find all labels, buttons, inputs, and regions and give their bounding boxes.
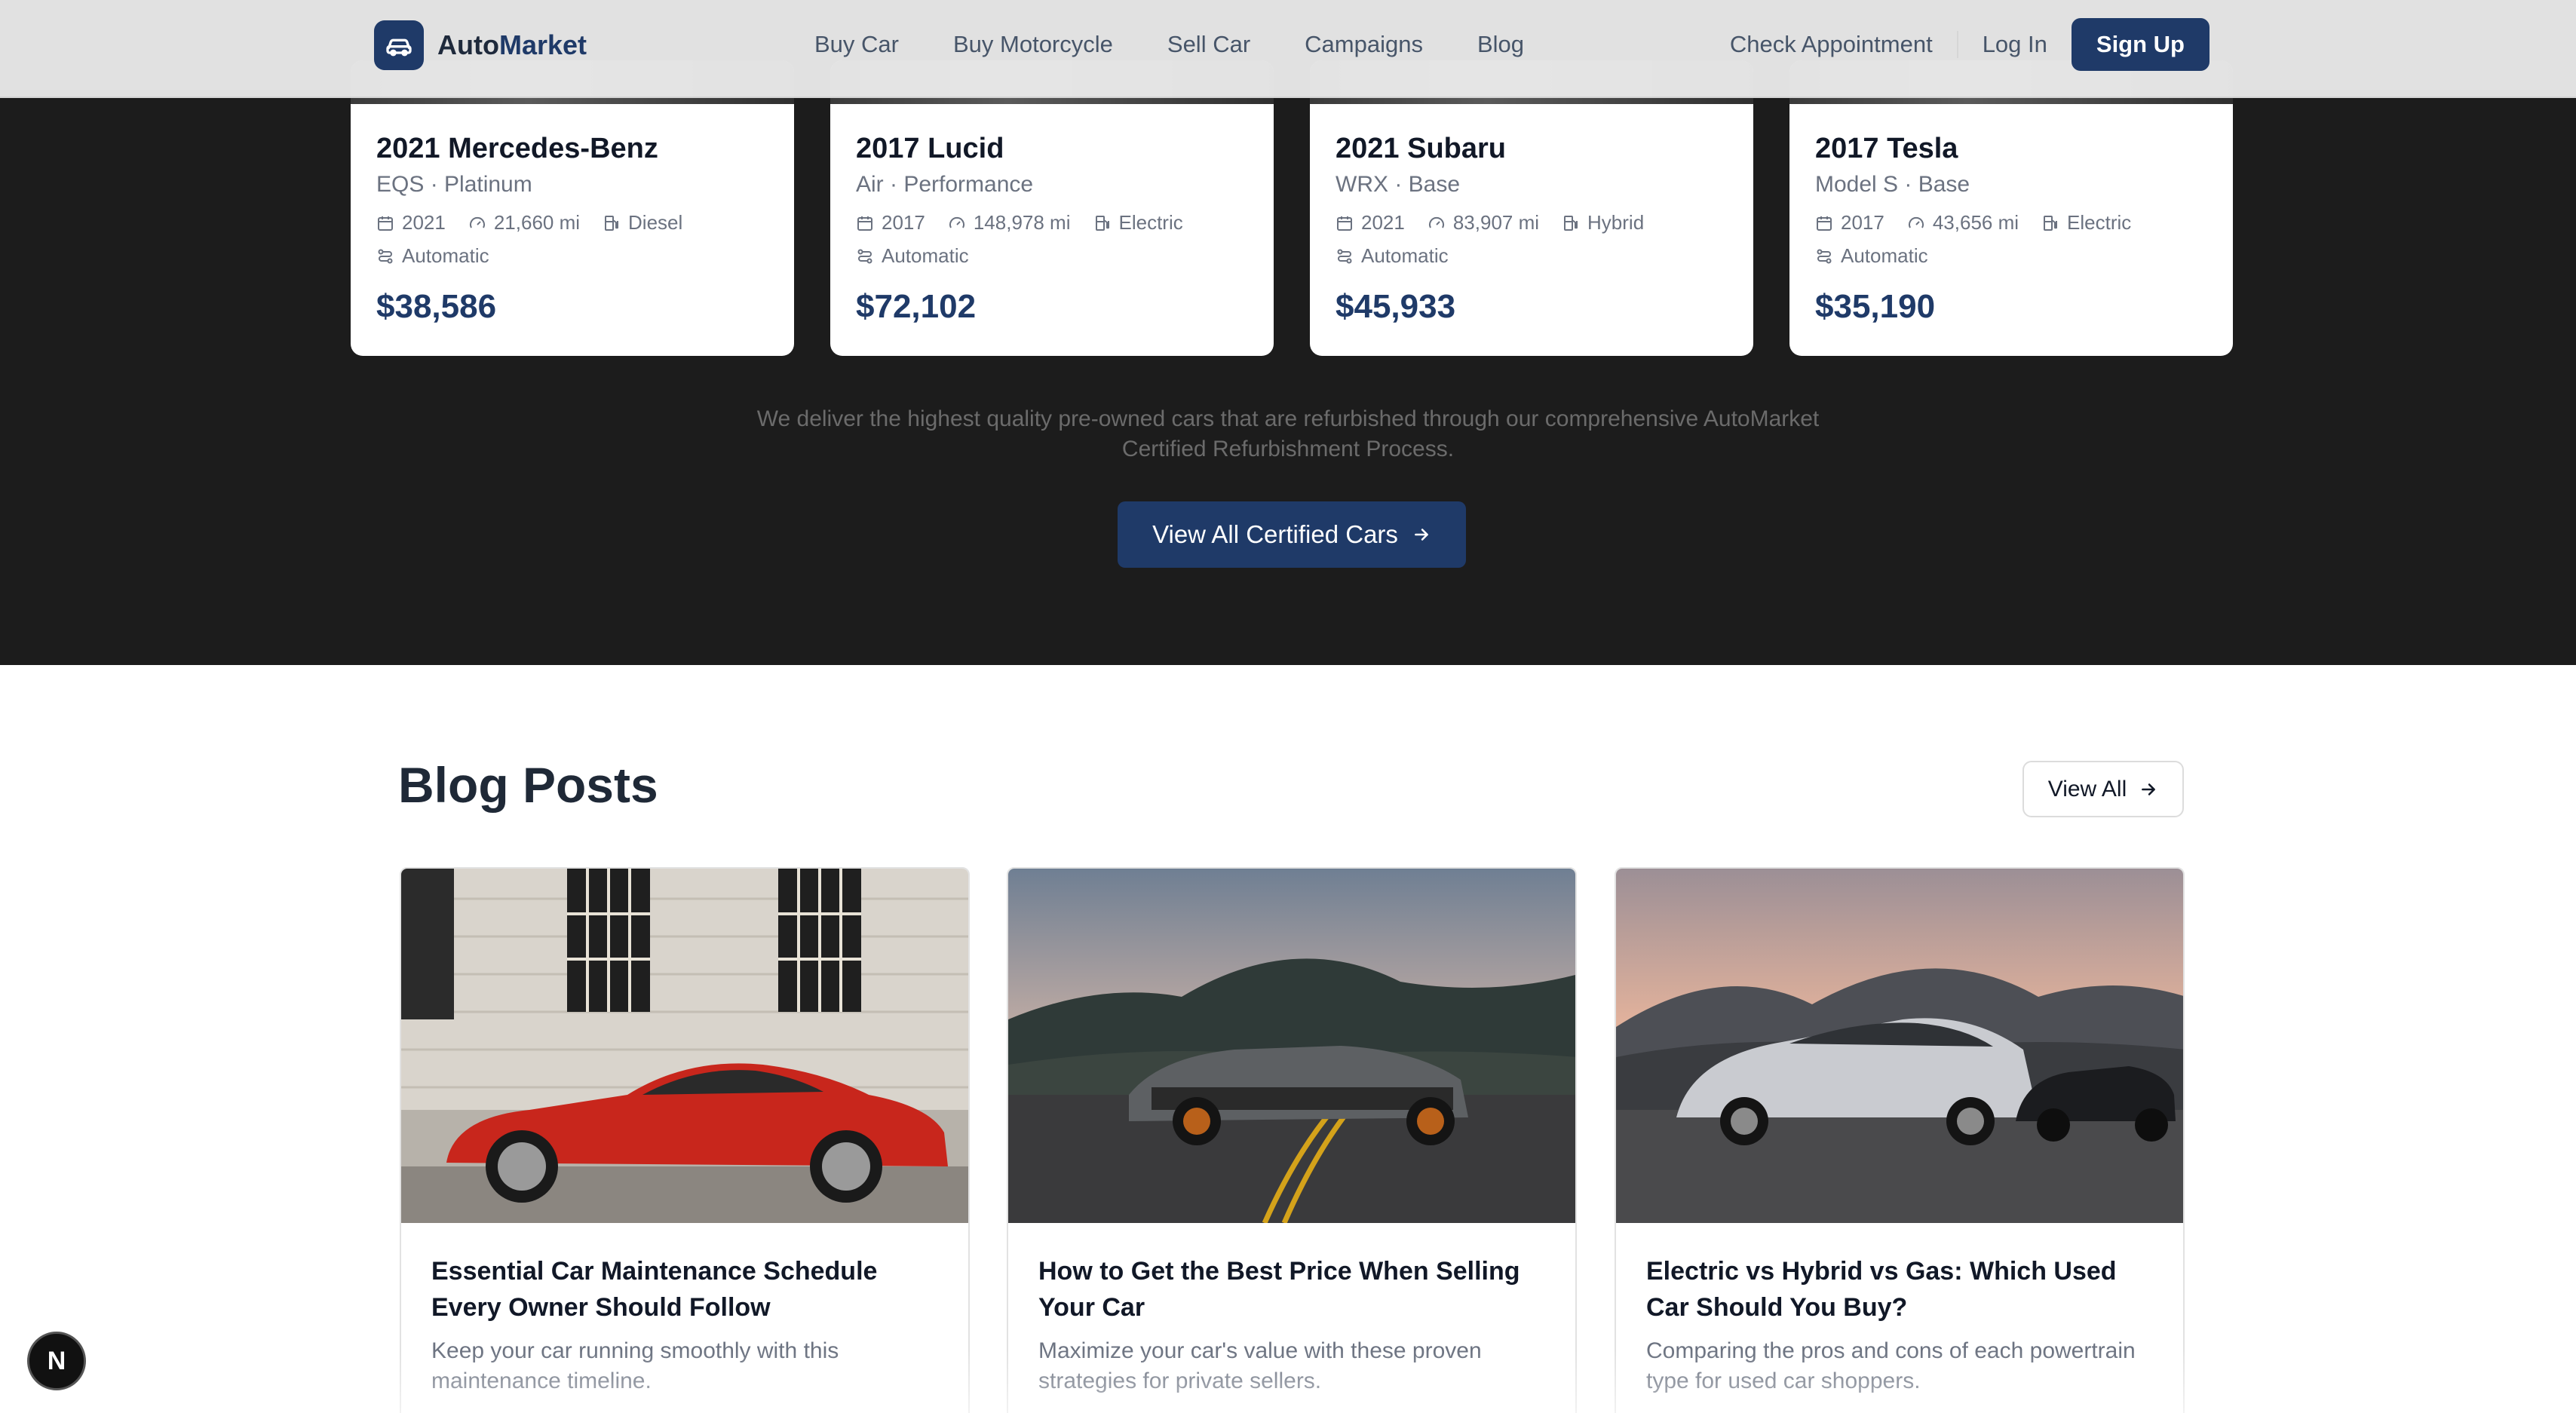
car-title: 2021 Subaru — [1336, 133, 1506, 164]
arrow-right-icon — [1415, 529, 1428, 541]
car-transmission: Automatic — [1361, 244, 1449, 267]
blog-view-all-button[interactable]: View All — [2022, 761, 2184, 817]
car-title: 2017 Tesla — [1815, 133, 1958, 164]
car-year: 2017 — [882, 211, 925, 234]
gauge-icon — [1428, 216, 1444, 228]
blog-post-title: Electric vs Hybrid vs Gas: Which Used Ca… — [1646, 1257, 2117, 1322]
fuel-icon — [1095, 215, 1109, 231]
gauge-icon — [469, 216, 485, 228]
car-year: 2017 — [1841, 211, 1884, 234]
fuel-icon — [1564, 215, 1578, 231]
brand-logo[interactable]: AutoMarket — [374, 20, 587, 70]
car-card[interactable]: 2021 Subaru WRX · Base 2021 83,907 mi Hy… — [1310, 60, 1753, 356]
calendar-icon — [378, 216, 393, 231]
car-year: 2021 — [402, 211, 446, 234]
car-price: $72,102 — [856, 288, 977, 325]
car-mileage: 83,907 mi — [1452, 211, 1540, 234]
car-fuel: Hybrid — [1587, 211, 1645, 234]
certified-tagline: We deliver the highest quality pre-owned… — [756, 406, 1820, 461]
calendar-icon — [857, 216, 872, 231]
fuel-icon — [605, 215, 619, 231]
car-transmission: Automatic — [882, 244, 969, 267]
car-year: 2021 — [1361, 211, 1405, 234]
devtools-badge-button[interactable]: N — [27, 1332, 86, 1390]
main-nav: Buy Car Buy Motorcycle Sell Car Campaign… — [814, 0, 1524, 89]
car-card[interactable]: 2017 Lucid Air · Performance 2017 148,97… — [830, 60, 1274, 356]
car-fuel: Electric — [1118, 211, 1183, 234]
car-mileage: 43,656 mi — [1932, 211, 2019, 234]
brand-name-part1: Auto — [437, 29, 499, 60]
gauge-icon — [949, 216, 964, 228]
transmission-icon — [1817, 249, 1832, 263]
transmission-icon — [857, 249, 872, 263]
car-subtitle: WRX · Base — [1336, 172, 1461, 197]
nav-blog[interactable]: Blog — [1477, 31, 1524, 58]
header-actions: Check Appointment Log In Sign Up — [1730, 18, 2210, 71]
view-all-certified-cars-button[interactable]: View All Certified Cars — [1118, 501, 1466, 568]
blog-post-card[interactable]: How to Get the Best Price When Selling Y… — [1007, 867, 1577, 1413]
bottom-fade-overlay — [0, 1350, 2576, 1413]
nav-sell-car[interactable]: Sell Car — [1167, 31, 1250, 58]
blog-post-image — [1008, 869, 1575, 1223]
calendar-icon — [1817, 216, 1832, 231]
car-price: $38,586 — [376, 288, 497, 325]
login-link[interactable]: Log In — [1958, 31, 2072, 58]
car-price: $35,190 — [1815, 288, 1936, 325]
car-mileage: 148,978 mi — [973, 211, 1071, 234]
car-subtitle: EQS · Platinum — [376, 172, 532, 197]
blog-post-title: How to Get the Best Price When Selling Y… — [1038, 1257, 1520, 1322]
check-appointment-link[interactable]: Check Appointment — [1730, 31, 1958, 58]
car-title: 2021 Mercedes-Benz — [376, 133, 658, 164]
brand-name: AutoMarket — [437, 29, 587, 61]
car-fuel: Electric — [2067, 211, 2132, 234]
devtools-badge-letter: N — [47, 1346, 66, 1375]
car-mileage: 21,660 mi — [493, 211, 581, 234]
view-all-certified-label: View All Certified Cars — [1152, 520, 1398, 548]
car-subtitle: Model S · Base — [1815, 172, 1970, 197]
calendar-icon — [1337, 216, 1352, 231]
car-subtitle: Air · Performance — [856, 172, 1034, 197]
brand-name-part2: Market — [498, 29, 587, 60]
blog-heading: Blog Posts — [398, 757, 658, 813]
fuel-icon — [2044, 215, 2058, 231]
blog-post-card[interactable]: Electric vs Hybrid vs Gas: Which Used Ca… — [1615, 867, 2185, 1413]
site-header: AutoMarket Buy Car Buy Motorcycle Sell C… — [0, 0, 2576, 98]
certified-cars-section: 2021 Mercedes-Benz EQS · Platinum 2021 2… — [0, 0, 2576, 665]
gauge-icon — [1908, 216, 1924, 228]
transmission-icon — [378, 249, 393, 263]
blog-post-image — [1616, 869, 2183, 1223]
nav-buy-car[interactable]: Buy Car — [814, 31, 899, 58]
car-card[interactable]: 2021 Mercedes-Benz EQS · Platinum 2021 2… — [351, 60, 794, 356]
blog-post-card[interactable]: Essential Car Maintenance Schedule Every… — [400, 867, 970, 1413]
transmission-icon — [1337, 249, 1352, 263]
blog-view-all-label: View All — [2047, 776, 2127, 802]
blog-post-title: Essential Car Maintenance Schedule Every… — [431, 1257, 878, 1322]
arrow-right-icon — [2142, 783, 2156, 795]
blog-post-image — [401, 869, 968, 1223]
car-transmission: Automatic — [1841, 244, 1928, 267]
car-title: 2017 Lucid — [856, 133, 1004, 164]
car-price: $45,933 — [1336, 288, 1456, 325]
car-transmission: Automatic — [402, 244, 489, 267]
nav-campaigns[interactable]: Campaigns — [1305, 31, 1423, 58]
nav-buy-motorcycle[interactable]: Buy Motorcycle — [953, 31, 1113, 58]
car-card[interactable]: 2017 Tesla Model S · Base 2017 43,656 mi… — [1789, 60, 2233, 356]
car-logo-icon — [374, 20, 424, 70]
signup-button[interactable]: Sign Up — [2071, 18, 2210, 71]
car-fuel: Diesel — [628, 211, 683, 234]
